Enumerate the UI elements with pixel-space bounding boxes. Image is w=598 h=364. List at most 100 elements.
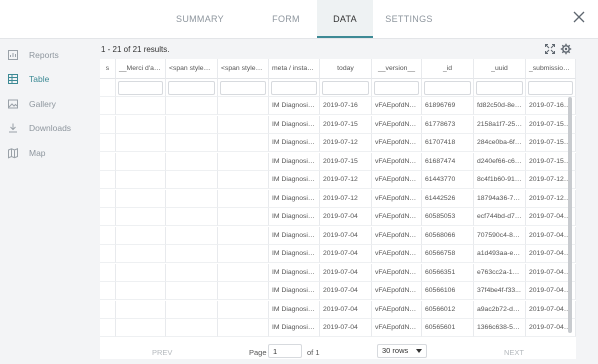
table-cell [100, 152, 116, 171]
next-button[interactable]: NEXT [504, 348, 524, 357]
table-cell: 2019-07-16 [320, 97, 372, 115]
expand-icon[interactable] [544, 43, 556, 55]
table-cell: 18794a36-76... [474, 189, 526, 208]
column-header[interactable]: __version__ [372, 59, 422, 79]
table-row[interactable]: IM Diagnosis -... 2019-07-04 vFAEpofdNym..… [100, 300, 576, 319]
tab-summary[interactable]: SUMMARY [145, 0, 255, 38]
table-cell [116, 319, 166, 337]
page-input[interactable]: 1 [268, 344, 302, 358]
tab-form[interactable]: FORM [255, 0, 317, 38]
table-cell [218, 208, 269, 226]
table-cell: 2019-07-15 [320, 115, 372, 134]
table-cell [166, 189, 218, 208]
table-row[interactable]: IM Diagnosis -... 2019-07-12 vFAEpofdNym..… [100, 189, 576, 208]
table-icon [8, 74, 18, 84]
vertical-scrollbar[interactable] [568, 97, 572, 333]
sidebar: Reports Table Gallery Downloads Map [0, 39, 86, 364]
tab-settings[interactable]: SETTINGS [373, 0, 445, 38]
filter-input[interactable] [374, 81, 419, 95]
pagination: PREV Page 1 of 1 30 rows NEXT [86, 342, 598, 364]
table-cell [116, 226, 166, 245]
table-cell: IM Diagnosis -... [269, 134, 320, 152]
column-header[interactable]: _uuid [474, 59, 526, 79]
table-cell [218, 300, 269, 319]
gallery-icon [8, 99, 18, 109]
map-icon [8, 148, 18, 159]
column-header[interactable]: <span style="... [166, 59, 218, 79]
table-cell: 8c4f1b60-91a... [474, 171, 526, 189]
table-cell: IM Diagnosis -... [269, 115, 320, 134]
sidebar-item-label: Downloads [29, 123, 72, 133]
table-cell: 60566106 [422, 282, 474, 300]
filter-input[interactable] [271, 81, 317, 95]
table-row[interactable]: IM Diagnosis -... 2019-07-04 vFAEpofdNym..… [100, 245, 576, 263]
table-cell [100, 97, 116, 115]
table-cell [166, 282, 218, 300]
table-row[interactable]: IM Diagnosis -... 2019-07-04 vFAEpofdNym..… [100, 208, 576, 226]
rows-per-page-select[interactable]: 30 rows [377, 344, 427, 358]
sidebar-item-gallery[interactable]: Gallery [7, 98, 56, 110]
table-cell: 60565601 [422, 319, 474, 337]
table-cell: 61778673 [422, 115, 474, 134]
sidebar-item-map[interactable]: Map [7, 147, 46, 159]
column-header[interactable]: __Merci d'avoi... [116, 59, 166, 79]
table-cell: vFAEpofdNym... [372, 263, 422, 282]
column-header[interactable]: s [100, 59, 116, 79]
table-cell: a1d493aa-e7... [474, 245, 526, 263]
sidebar-item-downloads[interactable]: Downloads [7, 122, 71, 134]
table-row[interactable]: IM Diagnosis -... 2019-07-04 vFAEpofdNym..… [100, 319, 576, 337]
table-cell [218, 115, 269, 134]
column-header[interactable]: meta / instan... [269, 59, 320, 79]
table-cell [100, 319, 116, 337]
table-cell: IM Diagnosis -... [269, 319, 320, 337]
column-header[interactable]: _submission_t... [526, 59, 576, 79]
table-cell: vFAEpofdNym... [372, 319, 422, 337]
table-cell [166, 152, 218, 171]
table-cell [166, 263, 218, 282]
reports-icon [8, 50, 18, 60]
tab-data[interactable]: DATA [317, 0, 373, 38]
table-row[interactable]: IM Diagnosis -... 2019-07-04 vFAEpofdNym..… [100, 226, 576, 245]
filter-input[interactable] [220, 81, 266, 95]
sidebar-item-table[interactable]: Table [7, 73, 49, 85]
close-icon[interactable] [572, 10, 586, 24]
gear-icon[interactable] [560, 43, 572, 55]
prev-button[interactable]: PREV [152, 348, 172, 357]
filter-input[interactable] [528, 81, 573, 95]
table-row[interactable]: IM Diagnosis -... 2019-07-12 vFAEpofdNym..… [100, 134, 576, 152]
table-row[interactable]: IM Diagnosis -... 2019-07-15 vFAEpofdNym..… [100, 115, 576, 134]
table-cell: ecf744bd-d72... [474, 208, 526, 226]
table-row[interactable]: IM Diagnosis -... 2019-07-04 vFAEpofdNym..… [100, 282, 576, 300]
table-cell: 2019-07-04 [320, 226, 372, 245]
table-cell [218, 189, 269, 208]
filter-input[interactable] [118, 81, 163, 95]
table-row[interactable]: IM Diagnosis -... 2019-07-16 vFAEpofdNym..… [100, 97, 576, 115]
filter-input[interactable] [476, 81, 523, 95]
column-header[interactable]: _id [422, 59, 474, 79]
table-cell: 2019-07-12 [320, 189, 372, 208]
filter-input[interactable] [322, 81, 369, 95]
table-cell: vFAEpofdNym... [372, 115, 422, 134]
table-cell: 2019-07-04 [320, 319, 372, 337]
table-row[interactable]: IM Diagnosis -... 2019-07-12 vFAEpofdNym..… [100, 171, 576, 189]
filter-cell [372, 79, 422, 97]
table-cell [218, 171, 269, 189]
table-cell: 2019-07-04 [320, 263, 372, 282]
table-cell: vFAEpofdNym... [372, 208, 422, 226]
filter-cell [218, 79, 269, 97]
column-header[interactable]: today [320, 59, 372, 79]
table-cell [116, 97, 166, 115]
filter-input[interactable] [168, 81, 215, 95]
filter-cell [320, 79, 372, 97]
filter-input[interactable] [424, 81, 471, 95]
table-cell [100, 282, 116, 300]
table-cell: 1366c638-57... [474, 319, 526, 337]
table-cell: d240ef66-c65... [474, 152, 526, 171]
page-of-text: of 1 [307, 348, 320, 357]
column-header[interactable]: <span style="... [218, 59, 269, 79]
sidebar-item-reports[interactable]: Reports [7, 49, 59, 61]
table-row[interactable]: IM Diagnosis -... 2019-07-04 vFAEpofdNym..… [100, 263, 576, 282]
table-row[interactable]: IM Diagnosis -... 2019-07-15 vFAEpofdNym..… [100, 152, 576, 171]
table-cell: IM Diagnosis -... [269, 152, 320, 171]
page-label: Page [249, 348, 267, 357]
